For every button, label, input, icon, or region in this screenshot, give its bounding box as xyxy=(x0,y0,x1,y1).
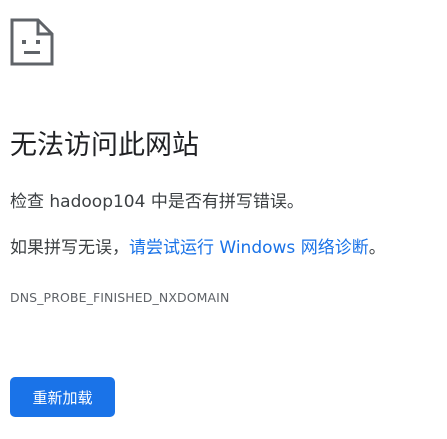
check-suffix: 中是否有拼写错误。 xyxy=(145,192,304,212)
sad-document-icon xyxy=(10,18,56,66)
check-prefix: 检查 xyxy=(10,192,50,212)
suggest-prefix: 如果拼写无误， xyxy=(10,238,129,258)
suggest-message: 如果拼写无误，请尝试运行 Windows 网络诊断。 xyxy=(10,236,386,260)
check-message: 检查 hadoop104 中是否有拼写错误。 xyxy=(10,190,304,214)
network-diagnostics-link[interactable]: 请尝试运行 Windows 网络诊断 xyxy=(129,238,369,258)
suggest-suffix: 。 xyxy=(368,238,386,258)
hostname: hadoop104 xyxy=(49,192,146,212)
reload-button[interactable]: 重新加载 xyxy=(10,377,115,417)
error-code: DNS_PROBE_FINISHED_NXDOMAIN xyxy=(10,290,230,305)
page-title: 无法访问此网站 xyxy=(10,130,199,161)
